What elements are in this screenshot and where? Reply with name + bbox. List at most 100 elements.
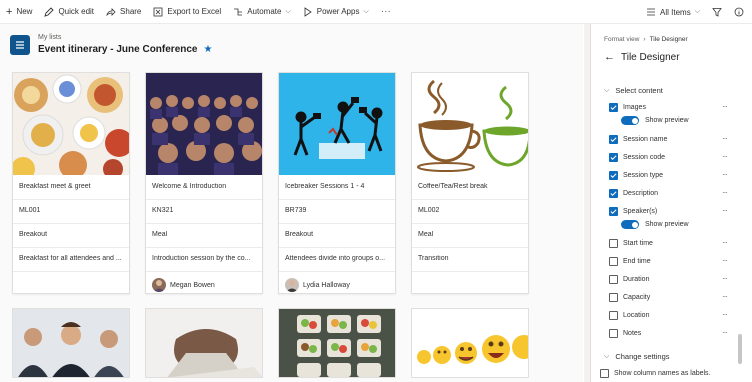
field-duration[interactable]: Duration bbox=[609, 275, 649, 284]
tile-card[interactable]: Welcome & Introduction KN321 Meal Introd… bbox=[145, 72, 263, 294]
field-start-time[interactable]: Start time bbox=[609, 239, 653, 248]
field-images[interactable]: Images bbox=[609, 103, 646, 112]
toggle-switch[interactable] bbox=[621, 116, 639, 125]
more-commands-button[interactable]: ··· bbox=[381, 6, 391, 17]
export-excel-button[interactable]: Export to Excel bbox=[153, 7, 221, 17]
chevron-down-icon: ⌵ bbox=[604, 352, 610, 360]
more-options-icon[interactable]: ··· bbox=[722, 328, 728, 337]
field-capacity[interactable]: Capacity bbox=[609, 293, 650, 302]
show-preview-toggle[interactable]: Show preview bbox=[621, 220, 689, 229]
show-column-names-option[interactable]: Show column names as labels. bbox=[600, 369, 711, 378]
session-type: Meal bbox=[418, 231, 434, 238]
command-bar: + New Quick edit Share Export to Excel A… bbox=[0, 0, 752, 24]
select-content-section[interactable]: ⌵ Select content bbox=[604, 86, 663, 95]
more-options-icon[interactable]: ··· bbox=[722, 188, 728, 197]
field-end-time[interactable]: End time bbox=[609, 257, 651, 266]
session-name: Breakfast meet & greet bbox=[19, 183, 91, 190]
scrollbar-thumb[interactable] bbox=[738, 334, 742, 364]
session-type: Meal bbox=[152, 231, 168, 238]
more-options-icon[interactable]: ··· bbox=[722, 292, 728, 301]
more-options-icon[interactable]: ··· bbox=[722, 134, 728, 143]
pencil-icon bbox=[44, 6, 55, 17]
view-selector[interactable]: All Items ⌵ bbox=[646, 7, 700, 17]
panel-title: Tile Designer bbox=[621, 51, 680, 63]
checkbox-unchecked[interactable] bbox=[609, 329, 618, 338]
power-apps-button[interactable]: Power Apps ⌵ bbox=[303, 6, 369, 17]
more-options-icon[interactable]: ··· bbox=[722, 274, 728, 283]
view-lines-icon bbox=[647, 8, 656, 16]
chevron-down-icon: ⌵ bbox=[285, 7, 291, 15]
breakfast-image bbox=[13, 73, 129, 175]
session-code: ML001 bbox=[19, 207, 41, 214]
change-settings-section[interactable]: ⌵ Change settings bbox=[604, 352, 670, 361]
info-button[interactable] bbox=[734, 7, 744, 17]
tile-card[interactable] bbox=[12, 308, 130, 378]
list-content: My lists Event itinerary - June Conferen… bbox=[0, 24, 583, 382]
info-icon bbox=[734, 7, 744, 17]
page-title: Event itinerary - June Conference bbox=[38, 44, 198, 55]
checkbox-checked[interactable] bbox=[609, 103, 618, 112]
checkbox-unchecked[interactable] bbox=[609, 239, 618, 248]
session-code: BR739 bbox=[285, 207, 307, 214]
filter-button[interactable] bbox=[712, 7, 722, 17]
excel-icon bbox=[153, 7, 163, 16]
list-header: My lists Event itinerary - June Conferen… bbox=[10, 32, 212, 55]
more-options-icon[interactable]: ··· bbox=[722, 152, 728, 161]
chevron-down-icon: ⌵ bbox=[363, 7, 369, 15]
star-icon[interactable]: ★ bbox=[204, 44, 213, 55]
tile-card[interactable]: Breakfast meet & greet ML001 Breakout Br… bbox=[12, 72, 130, 294]
audience-image bbox=[146, 73, 262, 175]
new-button[interactable]: + New bbox=[6, 6, 32, 18]
checkbox-unchecked[interactable] bbox=[609, 257, 618, 266]
checkbox-checked[interactable] bbox=[609, 135, 618, 144]
tile-card[interactable] bbox=[278, 308, 396, 378]
checkbox-checked[interactable] bbox=[609, 189, 618, 198]
automate-button[interactable]: Automate ⌵ bbox=[233, 7, 291, 17]
chevron-down-icon: ⌵ bbox=[604, 86, 610, 94]
field-location[interactable]: Location bbox=[609, 311, 649, 320]
tile-card[interactable] bbox=[145, 308, 263, 378]
speaker-name: Megan Bowen bbox=[170, 281, 215, 289]
checkbox-checked[interactable] bbox=[609, 207, 618, 216]
more-options-icon[interactable]: ··· bbox=[722, 206, 728, 215]
checkbox-unchecked[interactable] bbox=[609, 293, 618, 302]
chevron-down-icon: ⌵ bbox=[694, 8, 700, 15]
more-options-icon[interactable]: ··· bbox=[722, 310, 728, 319]
field-session-code[interactable]: Session code bbox=[609, 153, 665, 162]
quick-edit-button[interactable]: Quick edit bbox=[44, 6, 94, 17]
more-options-icon[interactable]: ··· bbox=[722, 238, 728, 247]
checkbox-unchecked[interactable] bbox=[609, 275, 618, 284]
avatar bbox=[285, 278, 299, 292]
checkbox-unchecked[interactable] bbox=[600, 369, 609, 378]
icebreaker-image bbox=[279, 73, 395, 175]
show-preview-toggle[interactable]: Show preview bbox=[621, 116, 689, 125]
speaker: Lydia Halloway bbox=[285, 278, 350, 292]
tile-card[interactable]: Coffee/Tea/Rest break ML002 Meal Transit… bbox=[411, 72, 529, 294]
checkbox-checked[interactable] bbox=[609, 171, 618, 180]
share-button[interactable]: Share bbox=[106, 7, 141, 17]
speaker: Megan Bowen bbox=[152, 278, 215, 292]
session-description: Introduction session by the co... bbox=[152, 255, 251, 262]
checkbox-unchecked[interactable] bbox=[609, 311, 618, 320]
tile-card[interactable] bbox=[411, 308, 529, 378]
breadcrumb-format-view[interactable]: Format view bbox=[604, 36, 639, 43]
field-notes[interactable]: Notes bbox=[609, 329, 641, 338]
tile-card[interactable]: Icebreaker Sessions 1 - 4 BR739 Breakout… bbox=[278, 72, 396, 294]
back-arrow-icon[interactable]: ← bbox=[604, 51, 615, 63]
checkbox-checked[interactable] bbox=[609, 153, 618, 162]
session-name: Coffee/Tea/Rest break bbox=[418, 183, 488, 190]
session-description: Attendees divide into groups o... bbox=[285, 255, 386, 262]
more-options-icon[interactable]: ··· bbox=[722, 256, 728, 265]
toggle-switch[interactable] bbox=[621, 220, 639, 229]
field-speakers[interactable]: Speaker(s) bbox=[609, 207, 657, 216]
panel-scrollbar[interactable] bbox=[738, 24, 742, 382]
field-session-name[interactable]: Session name bbox=[609, 135, 667, 144]
more-options-icon[interactable]: ··· bbox=[722, 170, 728, 179]
filter-icon bbox=[712, 8, 722, 17]
emoji-faces-image bbox=[412, 309, 528, 377]
meal-prep-image bbox=[279, 309, 395, 377]
breadcrumb[interactable]: My lists bbox=[38, 34, 212, 41]
field-session-type[interactable]: Session type bbox=[609, 171, 663, 180]
field-description[interactable]: Description bbox=[609, 189, 658, 198]
more-options-icon[interactable]: ··· bbox=[722, 102, 728, 111]
